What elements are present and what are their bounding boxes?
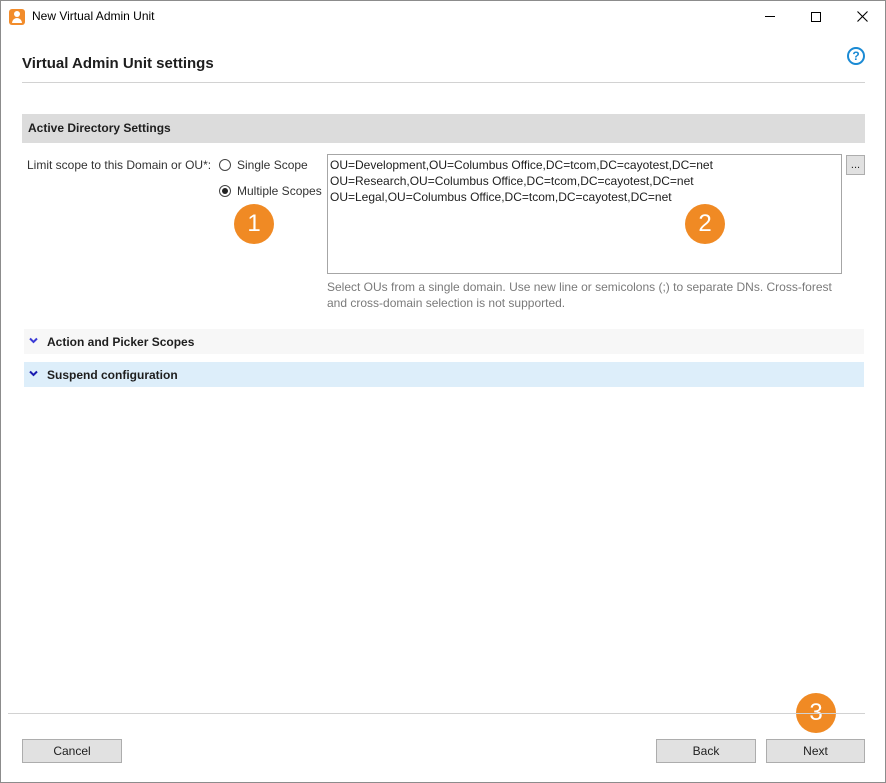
step-badge-1: 1 bbox=[234, 204, 274, 244]
title-bar: New Virtual Admin Unit bbox=[1, 1, 885, 32]
chevron-down-icon bbox=[29, 337, 38, 344]
ou-line: OU=Development,OU=Columbus Office,DC=tco… bbox=[330, 158, 713, 172]
header-divider bbox=[22, 82, 865, 83]
radio-single-scope[interactable]: Single Scope bbox=[219, 158, 308, 172]
expander-label: Suspend configuration bbox=[47, 368, 178, 382]
radio-button-checked[interactable] bbox=[219, 185, 231, 197]
maximize-icon bbox=[811, 11, 821, 22]
step-badge-2: 2 bbox=[685, 204, 725, 244]
radio-multiple-scopes[interactable]: Multiple Scopes bbox=[219, 184, 322, 198]
section-title: Active Directory Settings bbox=[28, 121, 171, 135]
ou-line: OU=Legal,OU=Columbus Office,DC=tcom,DC=c… bbox=[330, 190, 672, 204]
close-icon bbox=[856, 11, 868, 22]
radio-button-unchecked[interactable] bbox=[219, 159, 231, 171]
minimize-icon bbox=[765, 16, 775, 17]
footer-divider bbox=[8, 713, 865, 714]
minimize-button[interactable] bbox=[747, 1, 793, 32]
section-header-ad-settings: Active Directory Settings bbox=[22, 114, 865, 143]
help-icon[interactable]: ? bbox=[847, 47, 865, 65]
maximize-button[interactable] bbox=[793, 1, 839, 32]
back-button[interactable]: Back bbox=[656, 739, 756, 763]
scope-hint: Select OUs from a single domain. Use new… bbox=[327, 280, 832, 310]
expander-label: Action and Picker Scopes bbox=[47, 335, 195, 349]
window-title: New Virtual Admin Unit bbox=[32, 9, 155, 23]
dialog-window: New Virtual Admin Unit Virtual Admin Uni… bbox=[0, 0, 886, 783]
expander-suspend-configuration[interactable]: Suspend configuration bbox=[24, 362, 864, 387]
page-title: Virtual Admin Unit settings bbox=[22, 55, 214, 72]
ou-line: OU=Research,OU=Columbus Office,DC=tcom,D… bbox=[330, 174, 694, 188]
cancel-button[interactable]: Cancel bbox=[22, 739, 122, 763]
expander-action-picker-scopes[interactable]: Action and Picker Scopes bbox=[24, 329, 864, 354]
app-user-icon bbox=[9, 9, 25, 25]
close-button[interactable] bbox=[839, 1, 885, 32]
radio-label-single: Single Scope bbox=[237, 158, 308, 172]
radio-label-multiple: Multiple Scopes bbox=[237, 184, 322, 198]
chevron-down-icon bbox=[29, 370, 38, 377]
next-button[interactable]: Next bbox=[766, 739, 865, 763]
ou-scope-textarea[interactable]: OU=Development,OU=Columbus Office,DC=tco… bbox=[327, 154, 842, 274]
scope-label: Limit scope to this Domain or OU*: bbox=[27, 158, 212, 172]
browse-button[interactable]: ... bbox=[846, 155, 865, 175]
